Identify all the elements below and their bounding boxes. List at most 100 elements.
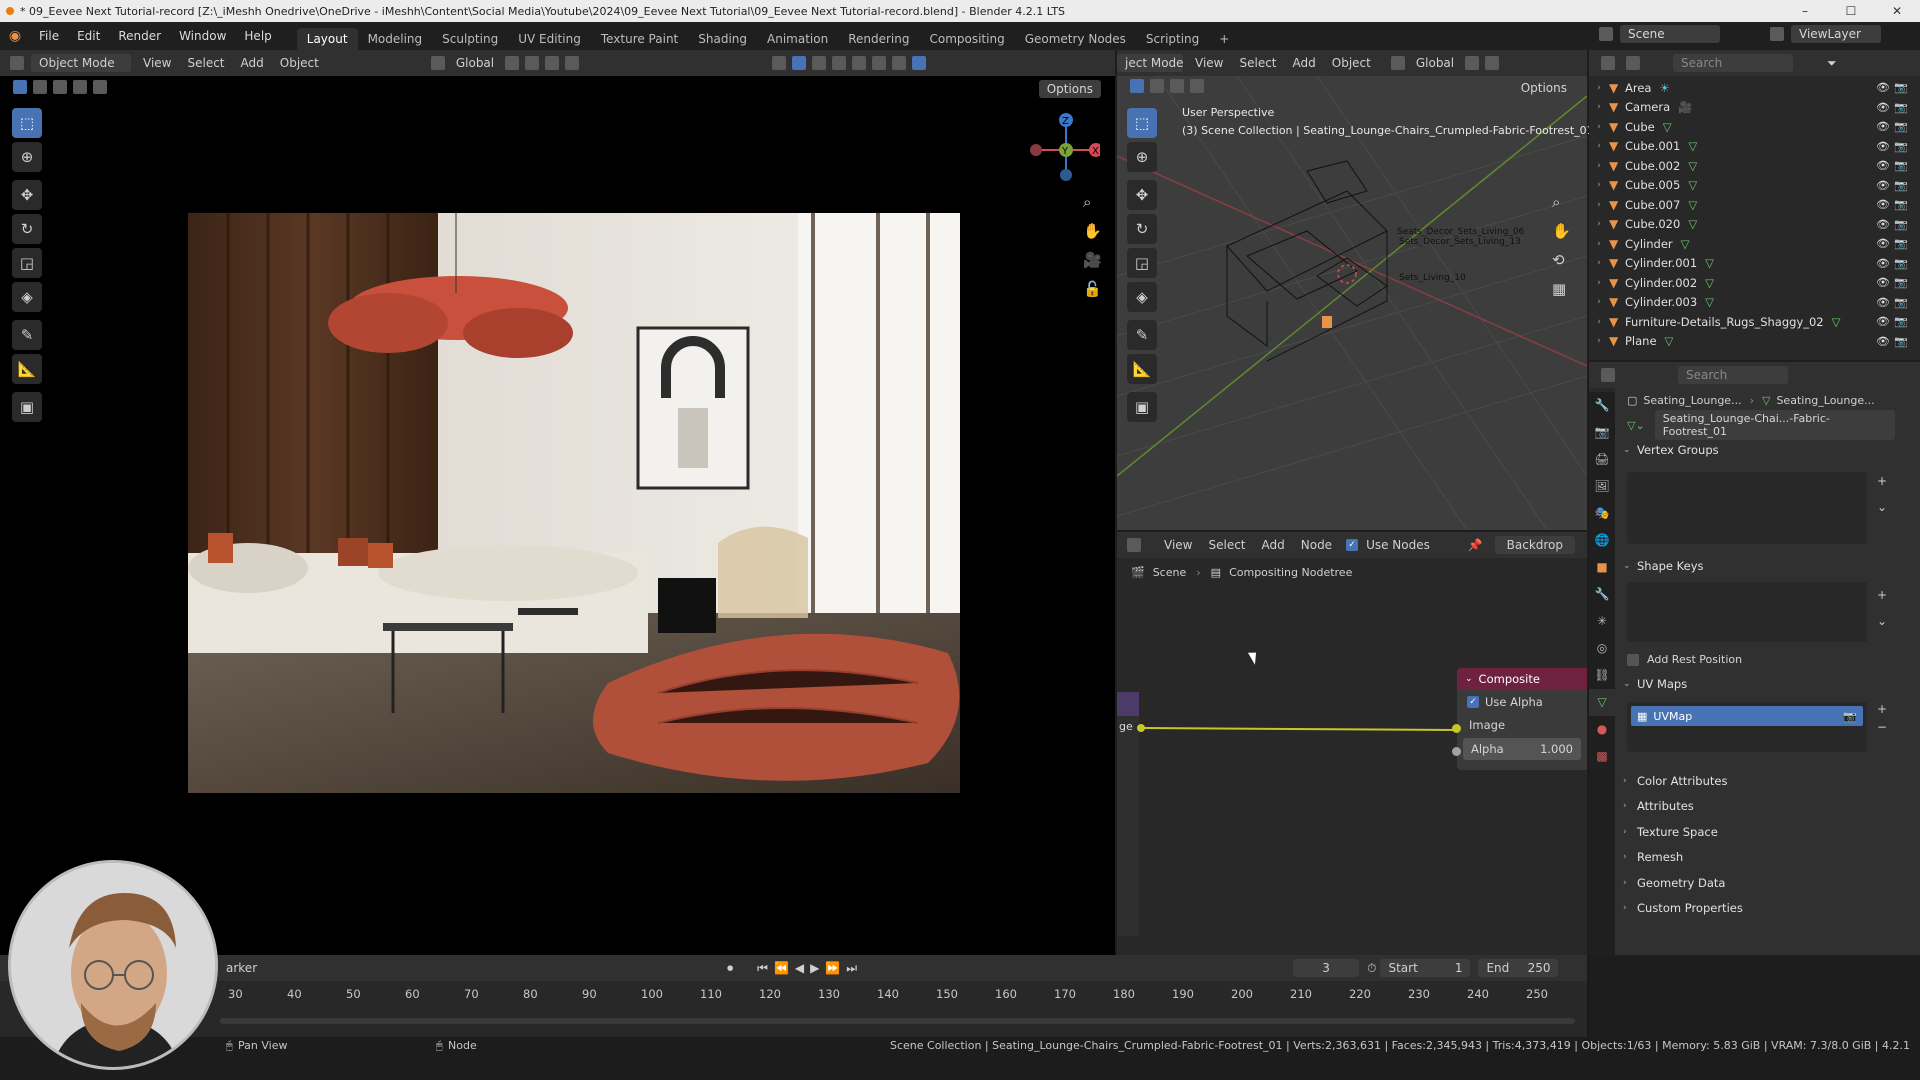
add-vertex-group-icon[interactable]: + — [1877, 474, 1887, 488]
output-tab-icon[interactable]: 🖨 — [1589, 446, 1615, 473]
visibility-eye-icon[interactable]: 👁 — [1876, 237, 1890, 250]
camera-view-icon[interactable]: 🎥 — [1083, 246, 1102, 275]
render-camera-icon[interactable]: 📷 — [1894, 257, 1908, 270]
zoom-icon-right[interactable]: ⌕ — [1552, 188, 1571, 217]
transform-tool-icon-right[interactable]: ◈ — [1127, 282, 1157, 312]
composite-alpha-socket[interactable] — [1452, 747, 1461, 756]
mesh-data-icon[interactable]: ▽⌄ — [1627, 419, 1645, 432]
render-camera-icon[interactable]: 📷 — [1894, 81, 1908, 94]
composite-image-socket[interactable] — [1452, 724, 1461, 733]
outliner-item[interactable]: › ▼ Cylinder ▽ 👁 📷 — [1589, 234, 1920, 254]
render-camera-icon[interactable]: 📷 — [1894, 159, 1908, 172]
texture-tab-icon[interactable]: ▩ — [1589, 743, 1615, 770]
add-cube-tool-icon-right[interactable]: ▣ — [1127, 392, 1157, 422]
render-camera-icon[interactable]: 📷 — [1894, 218, 1908, 231]
cursor-tool-icon-right[interactable]: ⊕ — [1127, 142, 1157, 172]
viewport-right[interactable]: ject Mode View Select Add Object Global … — [1117, 50, 1594, 530]
playback-controls-icon[interactable]: ⏮⏪◀▶⏩⏭ — [757, 961, 863, 976]
outliner-search-input[interactable]: Search — [1673, 54, 1793, 72]
expand-chevron-icon[interactable]: › — [1589, 161, 1609, 171]
render-camera-icon[interactable]: 📷 — [1894, 179, 1908, 192]
tool-tab-icon[interactable]: 🔧 — [1589, 392, 1615, 419]
tab-sculpting[interactable]: Sculpting — [432, 28, 508, 50]
pivot-icon[interactable] — [505, 56, 520, 70]
end-frame-field[interactable]: End 250 — [1478, 959, 1559, 977]
render-camera-icon[interactable]: 📷 — [1894, 140, 1908, 153]
timeline-scrollbar[interactable] — [220, 1018, 1575, 1024]
mesh-name-field[interactable]: Seating_Lounge-Chai...-Fabric-Footrest_0… — [1654, 410, 1895, 440]
visibility-eye-icon[interactable]: 👁 — [1876, 276, 1890, 289]
display-mode-icon[interactable] — [1626, 56, 1640, 70]
visibility-eye-icon[interactable]: 👁 — [1876, 296, 1890, 309]
scene-tab-icon[interactable]: 🎭 — [1589, 500, 1615, 527]
menu-view-right[interactable]: View — [1187, 54, 1231, 72]
outliner-item[interactable]: › ▼ Cylinder.002 ▽ 👁 📷 — [1589, 273, 1920, 293]
add-shape-key-icon[interactable]: + — [1877, 588, 1887, 602]
visibility-eye-icon[interactable]: 👁 — [1876, 140, 1890, 153]
visibility-eye-icon[interactable]: 👁 — [1876, 257, 1890, 270]
grid-view-icon-right[interactable]: ▦ — [1552, 275, 1571, 304]
visibility-eye-icon[interactable]: 👁 — [1876, 101, 1890, 114]
visibility-eye-icon[interactable]: 👁 — [1876, 120, 1890, 133]
timeline[interactable]: arker ⏺ ⏮⏪◀▶⏩⏭ 3 ⏱ Start 1 End 250 30 40 50 6… — [0, 955, 1587, 1037]
outliner-item[interactable]: › ▼ Cylinder.003 ▽ 👁 📷 — [1589, 293, 1920, 313]
select-subtract-icon[interactable] — [53, 80, 67, 94]
collapsed-panel-header[interactable]: › Color Attributes — [1615, 768, 1920, 794]
menu-add-right[interactable]: Add — [1285, 54, 1324, 72]
annotate-tool-icon-right[interactable]: ✎ — [1127, 320, 1157, 350]
data-tab-icon[interactable]: ▽ — [1589, 689, 1615, 716]
visibility-eye-icon[interactable]: 👁 — [1876, 335, 1890, 348]
scene-selector[interactable]: Scene — [1620, 25, 1720, 43]
uv-camera-icon[interactable]: 📷 — [1843, 710, 1857, 723]
outliner-item[interactable]: › ▼ Furniture-Details_Rugs_Shaggy_02 ▽ 👁 📷 — [1589, 312, 1920, 332]
overlay-icon[interactable] — [812, 56, 827, 70]
remove-uv-map-icon[interactable]: − — [1877, 720, 1887, 734]
use-alpha-checkbox[interactable]: ✓ — [1467, 696, 1479, 708]
render-tab-icon[interactable]: 📷 — [1589, 419, 1615, 446]
cursor-tool-icon[interactable]: ⊕ — [12, 142, 42, 172]
world-tab-icon[interactable]: 🌐 — [1589, 527, 1615, 554]
vertex-groups-panel-header[interactable]: ⌄ Vertex Groups — [1615, 438, 1920, 462]
object-tab-icon[interactable]: ■ — [1589, 554, 1615, 581]
menu-object[interactable]: Object — [272, 54, 327, 72]
render-camera-icon[interactable]: 📷 — [1894, 315, 1908, 328]
select-new-icon-right[interactable] — [1130, 79, 1144, 93]
expand-chevron-icon[interactable]: › — [1589, 102, 1609, 112]
timeline-marker-label[interactable]: arker — [226, 961, 257, 975]
rendered-shading-icon[interactable] — [912, 56, 927, 70]
particles-tab-icon[interactable]: ✳ — [1589, 608, 1615, 635]
select-intersect-icon[interactable] — [93, 80, 107, 94]
tab-modeling[interactable]: Modeling — [358, 28, 433, 50]
collapsed-panel-header[interactable]: › Custom Properties — [1615, 896, 1920, 922]
expand-chevron-icon[interactable]: › — [1589, 297, 1609, 307]
collapsed-panel-header[interactable]: › Attributes — [1615, 794, 1920, 820]
measure-tool-icon-right[interactable]: 📐 — [1127, 354, 1157, 384]
mode-selector[interactable]: Object Mode — [31, 54, 131, 72]
minimize-button[interactable]: – — [1782, 0, 1828, 22]
proportional-edit-icon[interactable] — [565, 56, 580, 70]
menu-select[interactable]: Select — [179, 54, 232, 72]
options-dropdown-right[interactable]: Options — [1512, 79, 1575, 97]
add-uv-map-icon[interactable]: + — [1877, 702, 1887, 716]
tab-texture-paint[interactable]: Texture Paint — [591, 28, 688, 50]
visibility-icon[interactable] — [772, 56, 787, 70]
render-camera-icon[interactable]: 📷 — [1894, 296, 1908, 309]
expand-chevron-icon[interactable]: › — [1589, 200, 1609, 210]
uv-maps-panel-header[interactable]: ⌄ UV Maps — [1615, 672, 1920, 696]
add-rest-position-checkbox[interactable] — [1627, 653, 1639, 666]
modifier-tab-icon[interactable]: 🔧 — [1589, 581, 1615, 608]
menu-add[interactable]: Add — [233, 54, 272, 72]
options-dropdown[interactable]: Options — [1038, 80, 1101, 98]
add-workspace-button[interactable]: + — [1209, 28, 1239, 50]
expand-chevron-icon[interactable]: › — [1589, 141, 1609, 151]
outliner[interactable]: Search ⏷ › ▼ Area ☀ 👁 📷 › ▼ Camera 🎥 👁 📷 › ▼ Cube ▽ 👁 📷 › ▼… — [1589, 50, 1920, 360]
snap-icon-right[interactable] — [1485, 56, 1500, 70]
close-button[interactable]: ✕ — [1874, 0, 1920, 22]
outliner-item[interactable]: › ▼ Cube.002 ▽ 👁 📷 — [1589, 156, 1920, 176]
visibility-eye-icon[interactable]: 👁 — [1876, 315, 1890, 328]
node-collapse-icon[interactable]: ⌄ — [1465, 674, 1473, 684]
select-box-tool-icon[interactable]: ⬚ — [12, 108, 42, 138]
tab-geometry-nodes[interactable]: Geometry Nodes — [1015, 28, 1136, 50]
pan-hand-icon-right[interactable]: ✋ — [1552, 217, 1571, 246]
select-new-icon[interactable] — [13, 80, 27, 94]
